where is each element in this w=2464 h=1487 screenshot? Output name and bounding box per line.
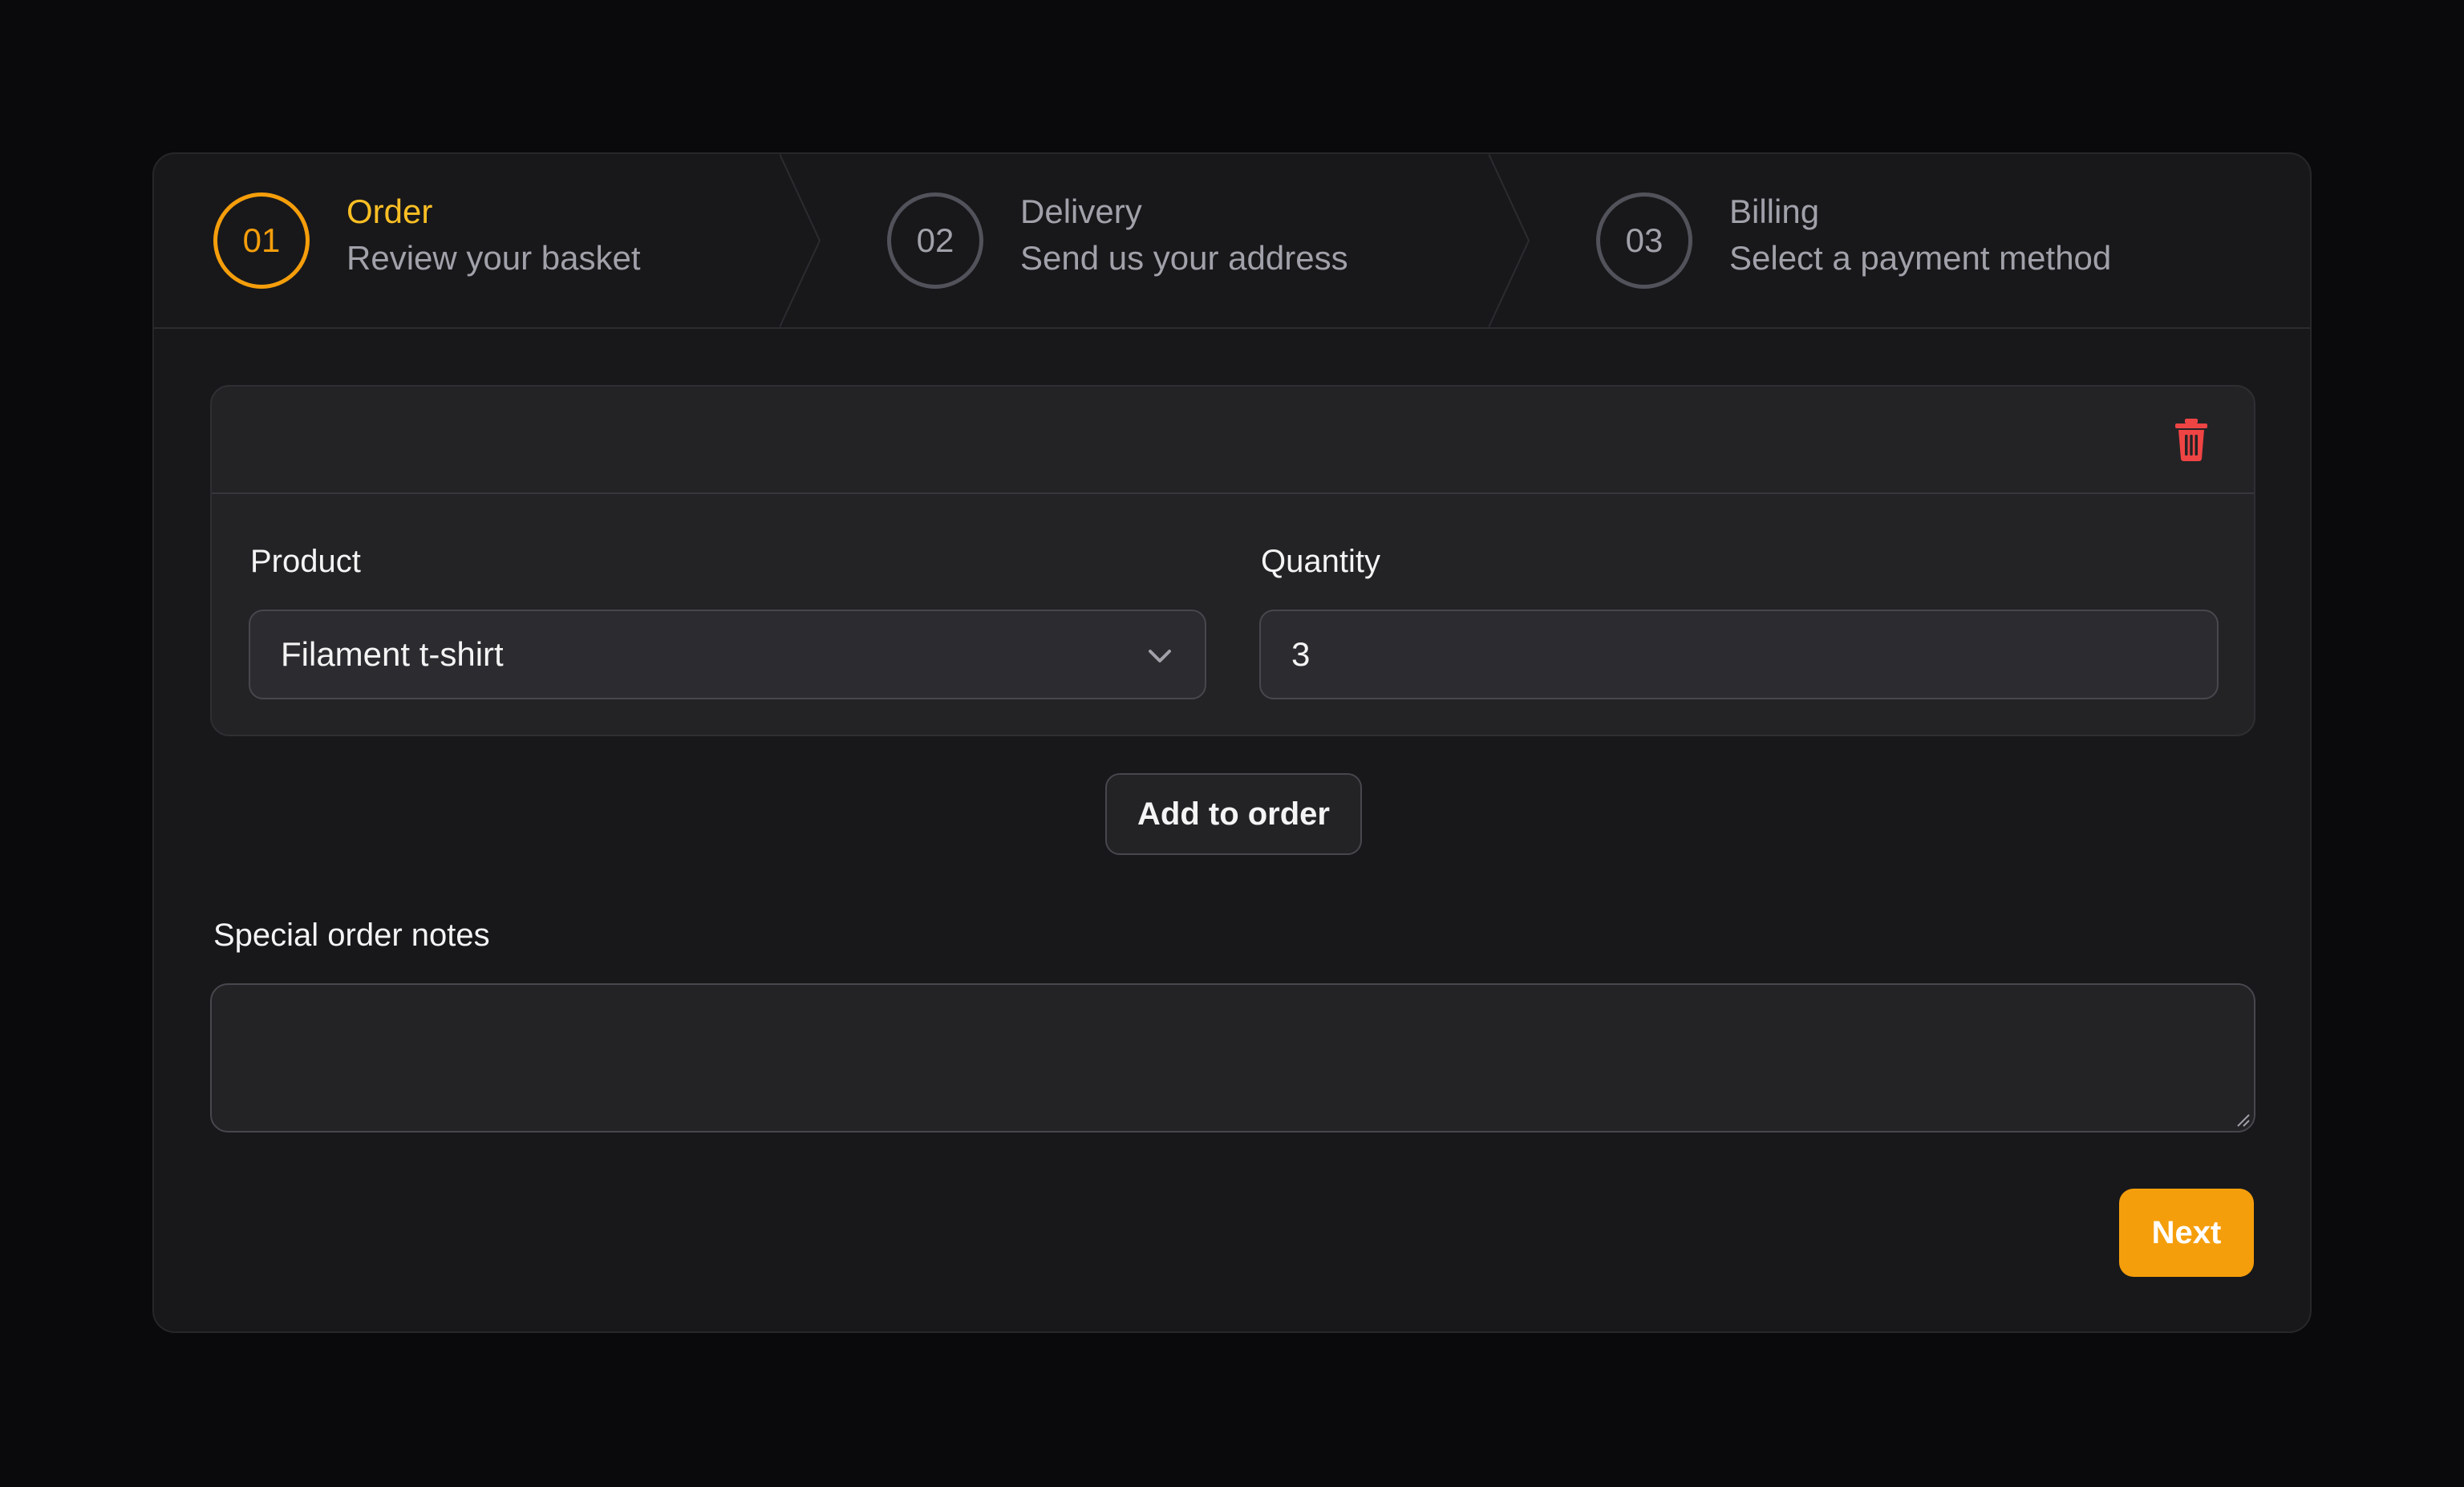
product-select-value: Filament t-shirt	[281, 635, 504, 673]
next-button[interactable]: Next	[2119, 1189, 2254, 1277]
notes-label: Special order notes	[213, 918, 490, 953]
step-billing[interactable]: 03 Billing Select a payment method	[1537, 154, 2307, 327]
order-item: Product Filament t-shirt Quantity 3	[210, 385, 2255, 736]
chevron-down-icon	[1149, 650, 1171, 662]
trash-icon	[2175, 419, 2207, 461]
wizard-card: 01 Order Review your basket 02 Delivery …	[152, 152, 2312, 1333]
step-title: Delivery	[1020, 192, 1142, 230]
step-number-circle: 03	[1596, 192, 1692, 289]
quantity-label: Quantity	[1261, 544, 1380, 579]
step-delivery[interactable]: 02 Delivery Send us your address	[828, 154, 1534, 327]
wizard-steps: 01 Order Review your basket 02 Delivery …	[154, 154, 2310, 329]
quantity-input-value: 3	[1291, 635, 1311, 673]
notes-textarea[interactable]	[210, 983, 2255, 1132]
product-label: Product	[250, 544, 361, 579]
step-separator	[780, 154, 821, 327]
resize-handle-icon[interactable]	[2233, 1110, 2251, 1128]
add-to-order-button[interactable]: Add to order	[1105, 773, 1362, 855]
step-title: Order	[346, 192, 433, 230]
quantity-input[interactable]: 3	[1259, 610, 2219, 699]
step-order[interactable]: 01 Order Review your basket	[154, 154, 828, 327]
order-item-header	[212, 387, 2254, 494]
step-number-circle: 02	[887, 192, 983, 289]
delete-item-button[interactable]	[2167, 415, 2215, 464]
step-separator	[1489, 154, 1530, 327]
step-number-circle: 01	[213, 192, 310, 289]
step-description: Review your basket	[346, 239, 641, 277]
step-description: Send us your address	[1020, 239, 1348, 277]
step-description: Select a payment method	[1729, 239, 2112, 277]
product-select[interactable]: Filament t-shirt	[249, 610, 1206, 699]
step-title: Billing	[1729, 192, 1820, 230]
